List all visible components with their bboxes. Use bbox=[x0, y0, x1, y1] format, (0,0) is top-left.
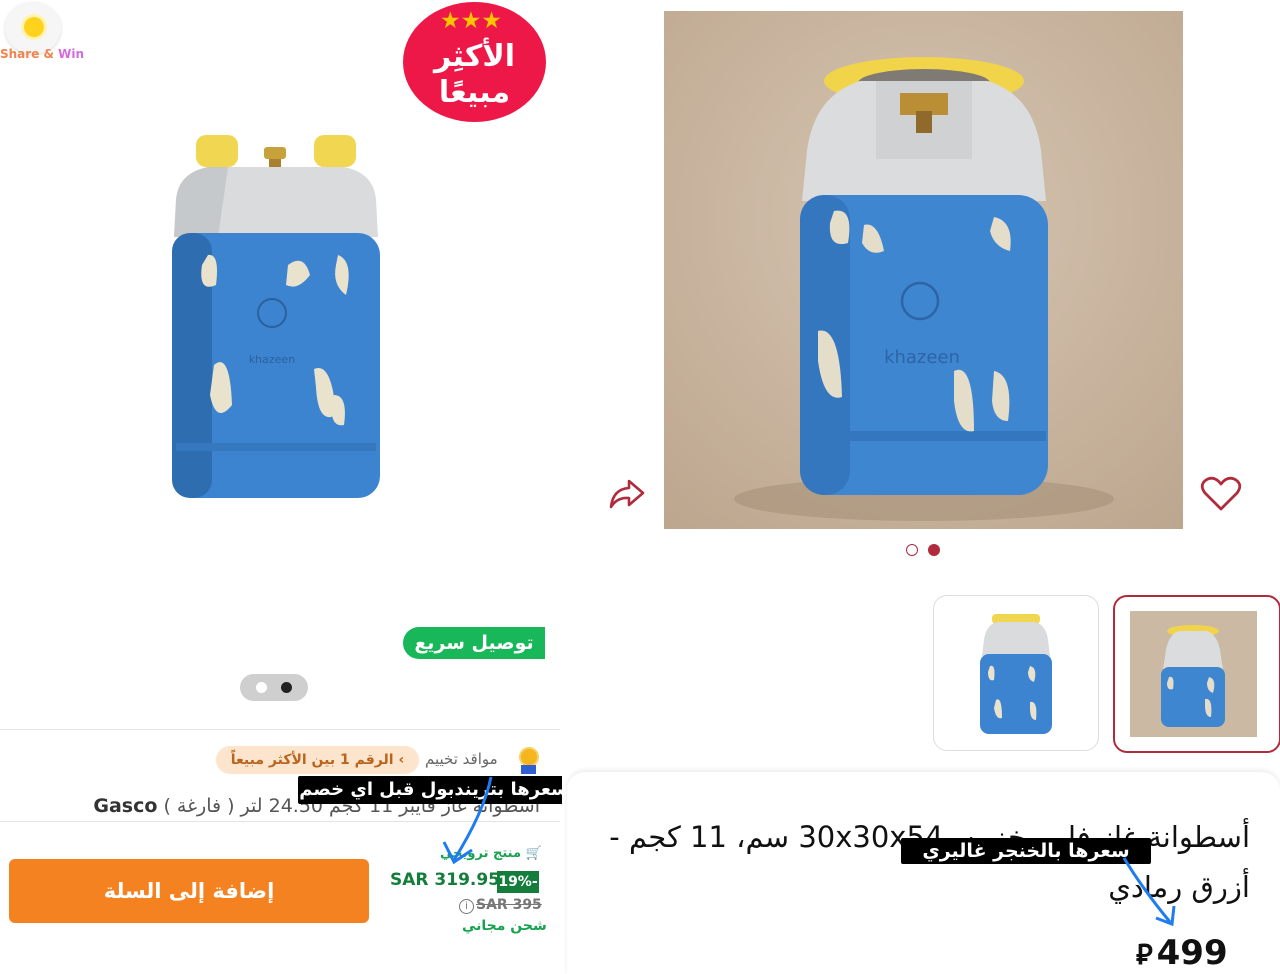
sun-icon bbox=[24, 17, 44, 37]
svg-text:khazeen: khazeen bbox=[249, 353, 295, 366]
discount-badge: 19%- bbox=[497, 871, 539, 893]
annotation-arrow-icon bbox=[1122, 857, 1176, 927]
thumbnail-image[interactable] bbox=[933, 595, 1099, 751]
annotation-caption: سعرها بالخنجر غاليري bbox=[901, 838, 1151, 864]
free-shipping: شحن مجاني bbox=[462, 918, 547, 934]
fast-delivery-tag: توصيل سريع bbox=[403, 627, 545, 659]
gallery-dot[interactable] bbox=[256, 682, 267, 693]
best-seller-line1: الأكثِر bbox=[434, 39, 515, 74]
sale-price: SAR 319.95 bbox=[390, 870, 501, 890]
carousel-dot[interactable] bbox=[906, 544, 918, 556]
heart-icon[interactable] bbox=[1199, 475, 1243, 513]
info-icon[interactable]: i bbox=[459, 899, 474, 914]
medal-ribbon-icon bbox=[521, 765, 536, 774]
thumbnail-image-selected[interactable] bbox=[1113, 595, 1280, 753]
old-price: SAR 395 bbox=[476, 897, 542, 913]
brand-name[interactable]: Gasco bbox=[93, 795, 157, 817]
chevron-left-icon: ‹ bbox=[398, 752, 405, 768]
riyal-symbol-icon: ⃁ bbox=[1136, 938, 1153, 971]
product-image[interactable]: khazeen bbox=[168, 125, 384, 510]
divider bbox=[0, 729, 560, 730]
rank-badge[interactable]: الرقم 1 بين الأكثر مبيعاً ‹ bbox=[216, 746, 419, 774]
seller-category[interactable]: مواقد تخييم bbox=[425, 750, 498, 768]
rank-badge-label: الرقم 1 بين الأكثر مبيعاً bbox=[230, 752, 394, 768]
cart-icon: 🛒 bbox=[525, 846, 542, 861]
gallery-dot-active[interactable] bbox=[281, 682, 292, 693]
share-win-label[interactable]: Share & Win bbox=[0, 47, 84, 61]
best-seller-line2: مبيعًا bbox=[438, 75, 511, 110]
product-price: ⃁ 499 bbox=[1136, 933, 1228, 973]
carousel-dot-active[interactable] bbox=[928, 544, 940, 556]
add-to-cart-button[interactable]: إضافة إلى السلة bbox=[9, 859, 369, 923]
annotation-arrow-icon bbox=[442, 776, 493, 865]
star-icon: ★★★ bbox=[440, 8, 502, 34]
annotation-caption: سعرها بتريندبول قبل اي خصم bbox=[298, 776, 570, 804]
left-screenshot: Share & Win khazeen ★★★ الأكثِر مبيعًا ت… bbox=[0, 0, 570, 974]
svg-text:khazeen: khazeen bbox=[884, 347, 960, 368]
main-product-photo[interactable]: khazeen bbox=[664, 11, 1183, 529]
gallery-dots[interactable] bbox=[240, 674, 308, 701]
medal-icon bbox=[519, 747, 539, 767]
share-icon[interactable] bbox=[607, 477, 647, 511]
